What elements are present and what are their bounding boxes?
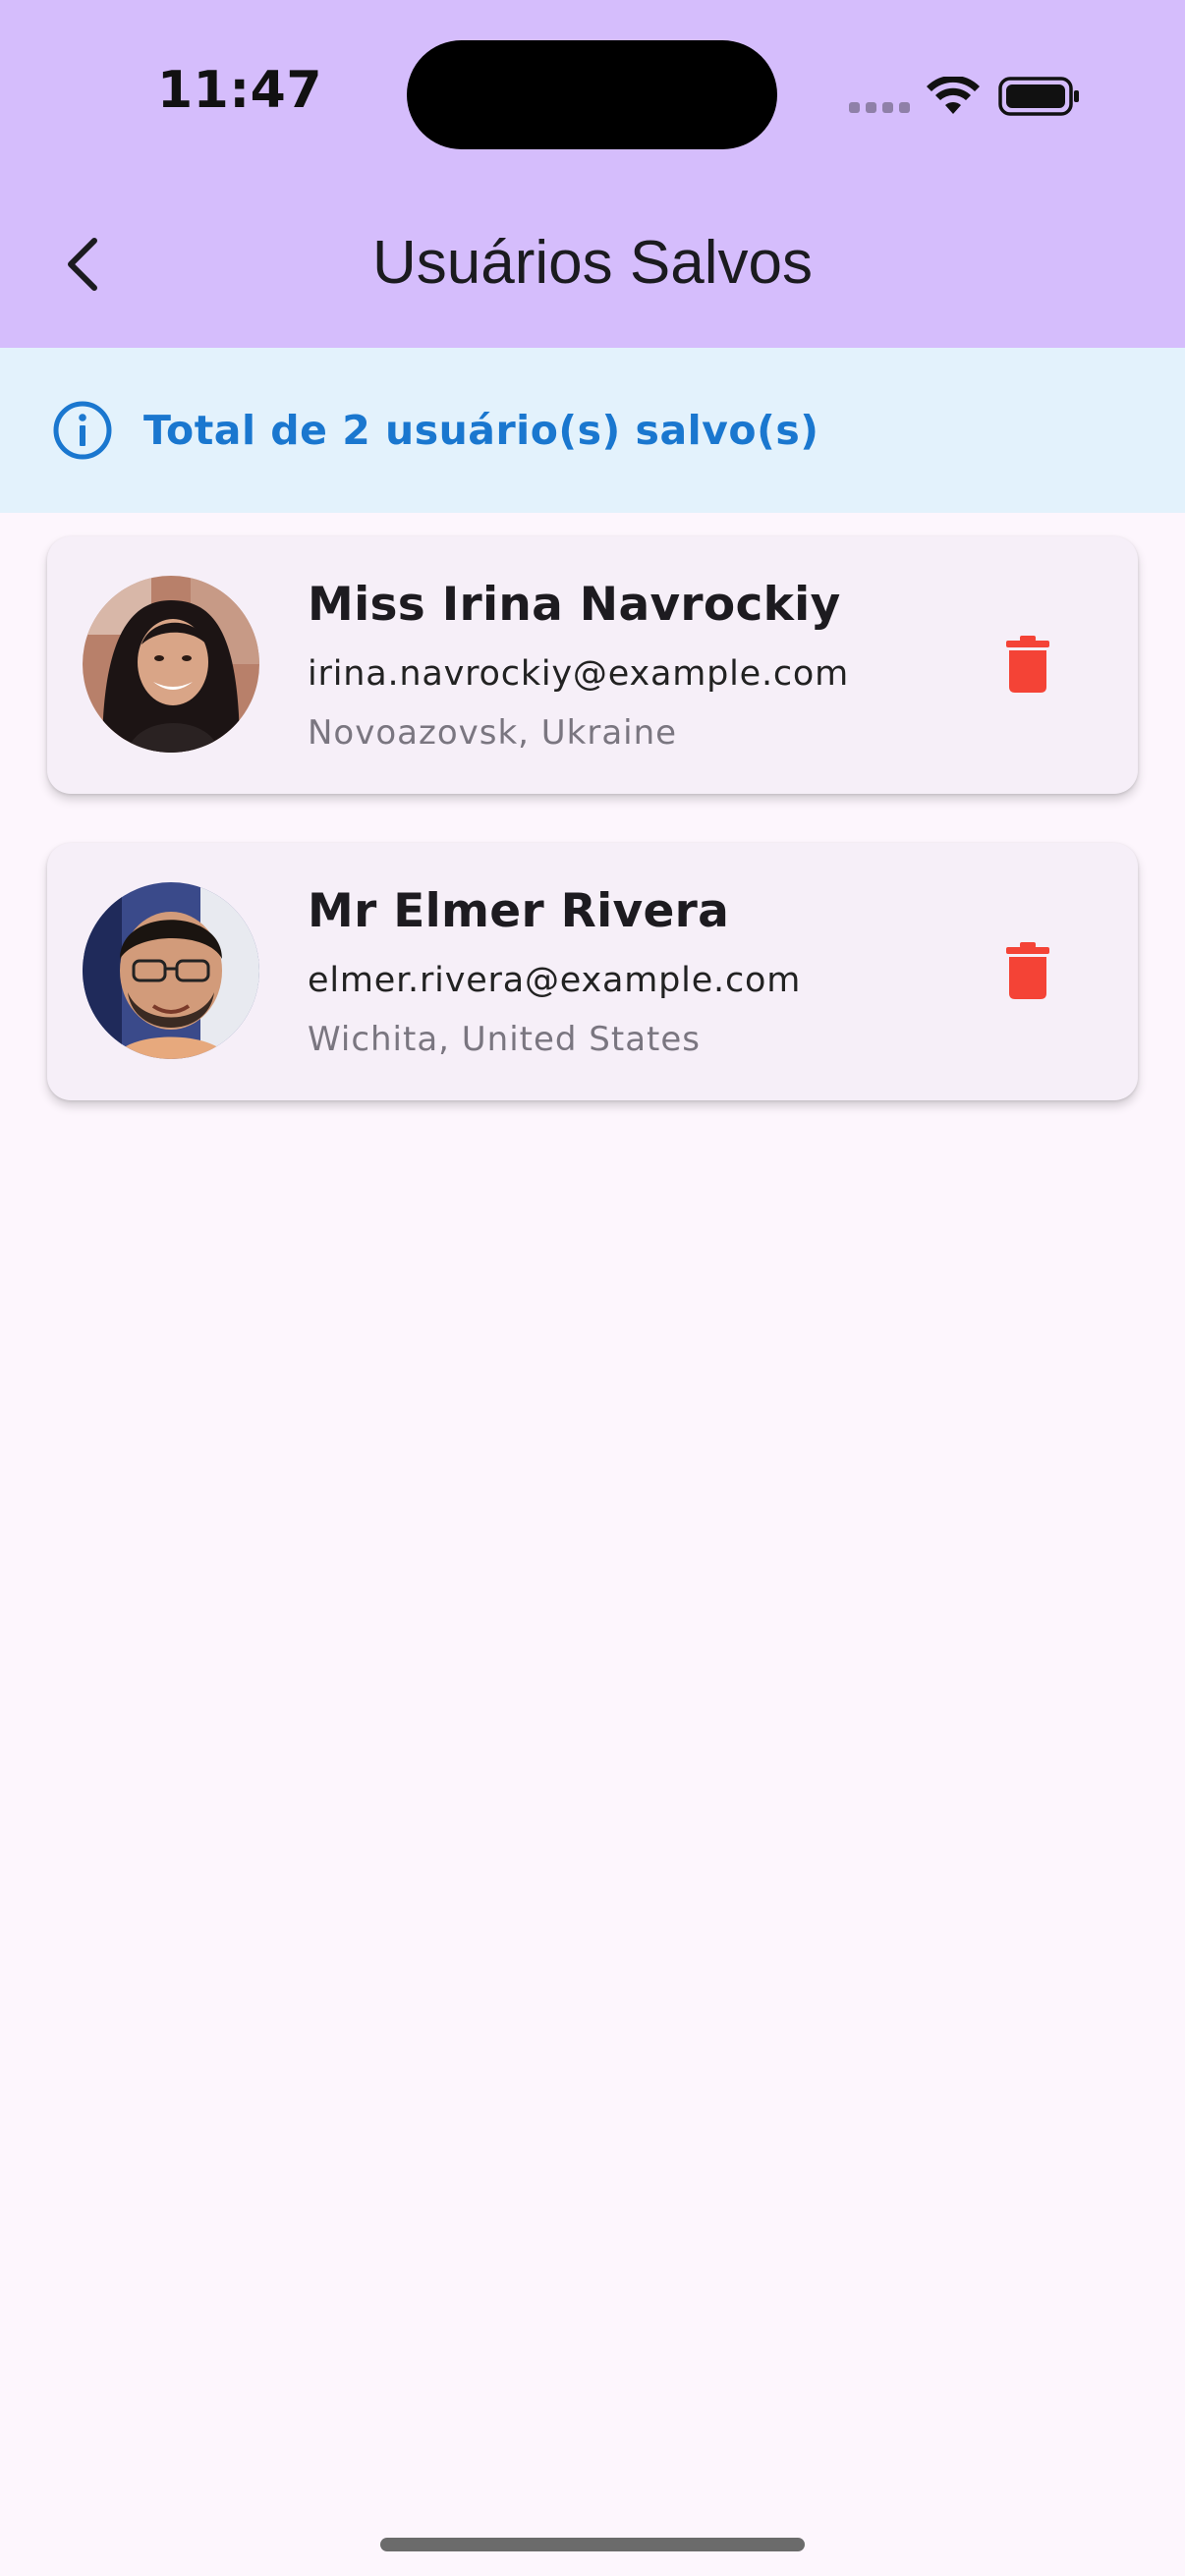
app-bar: 11:47 Usuários Salvos bbox=[0, 0, 1185, 348]
status-time: 11:47 bbox=[157, 61, 323, 120]
page-title: Usuários Salvos bbox=[372, 229, 813, 297]
avatar bbox=[83, 882, 259, 1059]
user-name: Miss Irina Navrockiy bbox=[308, 578, 841, 632]
user-email: irina.navrockiy@example.com bbox=[308, 654, 850, 694]
avatar bbox=[83, 576, 259, 753]
cellular-signal-icon bbox=[849, 102, 910, 113]
delete-user-button[interactable] bbox=[981, 617, 1075, 711]
trash-icon bbox=[1006, 942, 1049, 999]
info-banner: Total de 2 usuário(s) salvo(s) bbox=[0, 348, 1185, 513]
saved-users-count: Total de 2 usuário(s) salvo(s) bbox=[143, 407, 819, 454]
dynamic-island bbox=[407, 40, 777, 149]
user-email: elmer.rivera@example.com bbox=[308, 961, 802, 1000]
wifi-icon bbox=[927, 77, 980, 114]
user-location: Wichita, United States bbox=[308, 1020, 702, 1059]
user-card[interactable]: Mr Elmer Rivera elmer.rivera@example.com… bbox=[47, 843, 1138, 1100]
trash-icon bbox=[1006, 636, 1049, 693]
battery-icon bbox=[998, 77, 1079, 116]
user-card[interactable]: Miss Irina Navrockiy irina.navrockiy@exa… bbox=[47, 536, 1138, 794]
user-name: Mr Elmer Rivera bbox=[308, 884, 730, 938]
delete-user-button[interactable] bbox=[981, 924, 1075, 1018]
info-circle-icon bbox=[53, 401, 112, 460]
home-indicator[interactable] bbox=[380, 2538, 805, 2551]
user-location: Novoazovsk, Ukraine bbox=[308, 713, 678, 753]
